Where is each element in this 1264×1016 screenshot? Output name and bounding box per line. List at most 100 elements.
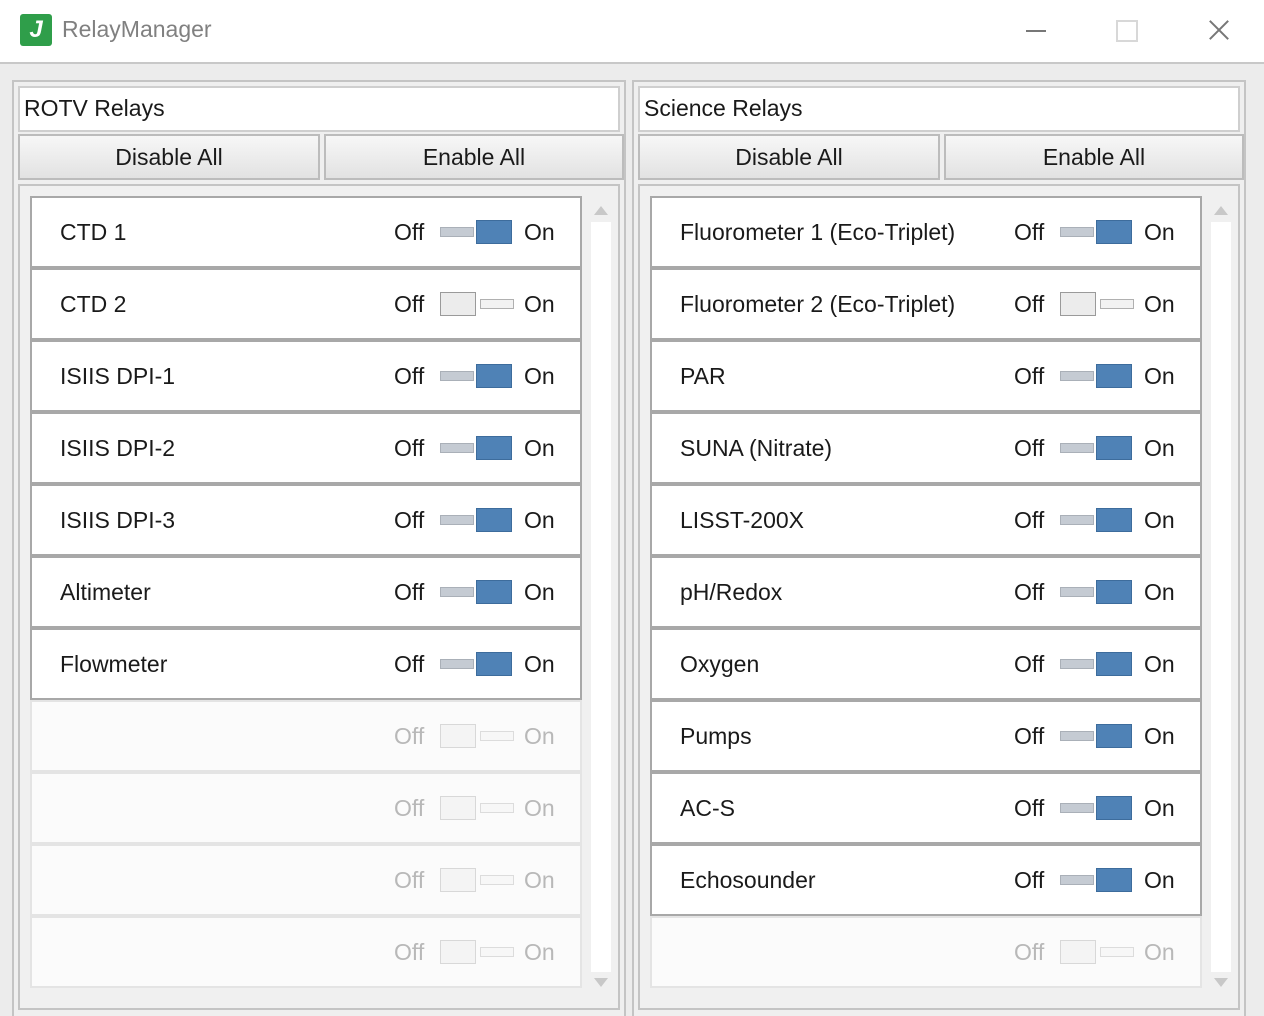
- scrollbar[interactable]: [588, 194, 614, 1000]
- toggle-thumb[interactable]: [1096, 220, 1132, 244]
- on-label: On: [1144, 435, 1175, 461]
- toggle-thumb[interactable]: [476, 436, 512, 460]
- scroll-track[interactable]: [591, 222, 611, 972]
- on-label: On: [524, 867, 555, 893]
- on-label: On: [524, 507, 555, 533]
- toggle-thumb[interactable]: [1096, 652, 1132, 676]
- off-label: Off: [1014, 579, 1045, 605]
- relay-name: ISIIS DPI-1: [60, 363, 176, 389]
- relay-name: Oxygen: [680, 651, 760, 677]
- toggle-track: [440, 227, 474, 237]
- relay-toggle-switch[interactable]: [1060, 436, 1134, 460]
- off-label: Off: [394, 795, 425, 821]
- toggle-thumb[interactable]: [476, 364, 512, 388]
- toggle-thumb[interactable]: [1096, 580, 1132, 604]
- maximize-button[interactable]: [1080, 0, 1172, 62]
- toggle-thumb[interactable]: [1096, 724, 1132, 748]
- scroll-down-arrow-icon[interactable]: [594, 978, 608, 987]
- on-label: On: [524, 651, 555, 677]
- on-label: On: [1144, 795, 1175, 821]
- relay-toggle-switch[interactable]: [1060, 292, 1134, 316]
- relay-name: Altimeter: [60, 579, 151, 605]
- toggle-track: [480, 875, 514, 885]
- relay-row: Altimeter Off On: [30, 556, 582, 628]
- off-label: Off: [394, 867, 425, 893]
- toggle-thumb: [440, 796, 476, 820]
- off-label: Off: [1014, 291, 1045, 317]
- scroll-down-arrow-icon[interactable]: [1214, 978, 1228, 987]
- toggle-track: [480, 947, 514, 957]
- toggle-thumb: [440, 940, 476, 964]
- relay-row: pH/Redox Off On: [650, 556, 1202, 628]
- relay-rows: CTD 1 Off On CTD 2 Off On ISIIS DPI-1 Off On ISII…: [30, 196, 582, 988]
- toggle-track: [440, 515, 474, 525]
- relay-name: CTD 2: [60, 291, 127, 317]
- toggle-thumb[interactable]: [476, 580, 512, 604]
- toggle-thumb[interactable]: [1096, 508, 1132, 532]
- disable-all-button[interactable]: Disable All: [638, 134, 940, 180]
- relay-list: Fluorometer 1 (Eco-Triplet) Off On Fluorome…: [638, 184, 1240, 1010]
- toggle-thumb[interactable]: [1096, 796, 1132, 820]
- scroll-up-arrow-icon[interactable]: [1214, 206, 1228, 215]
- minimize-button[interactable]: [990, 0, 1082, 62]
- toggle-thumb: [440, 868, 476, 892]
- relay-name: AC-S: [680, 795, 735, 821]
- on-label: On: [524, 579, 555, 605]
- off-label: Off: [394, 219, 425, 245]
- scrollbar[interactable]: [1208, 194, 1234, 1000]
- relay-name: pH/Redox: [680, 579, 783, 605]
- toggle-thumb[interactable]: [440, 292, 476, 316]
- disable-all-button[interactable]: Disable All: [18, 134, 320, 180]
- toggle-track: [1060, 515, 1094, 525]
- on-label: On: [1144, 723, 1175, 749]
- relay-toggle-switch[interactable]: [1060, 508, 1134, 532]
- relay-toggle-switch[interactable]: [1060, 220, 1134, 244]
- scroll-up-arrow-icon[interactable]: [594, 206, 608, 215]
- relay-row: Fluorometer 1 (Eco-Triplet) Off On: [650, 196, 1202, 268]
- toggle-thumb[interactable]: [1096, 364, 1132, 388]
- toggle-thumb[interactable]: [1096, 868, 1132, 892]
- relay-toggle-switch[interactable]: [440, 652, 514, 676]
- relay-toggle-switch[interactable]: [440, 508, 514, 532]
- relay-row: SUNA (Nitrate) Off On: [650, 412, 1202, 484]
- relay-name: ISIIS DPI-3: [60, 507, 176, 533]
- off-label: Off: [1014, 867, 1045, 893]
- off-label: Off: [1014, 507, 1045, 533]
- toggle-thumb: [440, 724, 476, 748]
- relay-toggle-switch[interactable]: [1060, 724, 1134, 748]
- relay-toggle-switch[interactable]: [440, 364, 514, 388]
- toggle-thumb[interactable]: [476, 220, 512, 244]
- on-label: On: [524, 363, 555, 389]
- toggle-track: [480, 731, 514, 741]
- toggle-thumb[interactable]: [476, 652, 512, 676]
- relay-toggle-switch[interactable]: [440, 292, 514, 316]
- relay-rows: Fluorometer 1 (Eco-Triplet) Off On Fluorome…: [650, 196, 1202, 988]
- relay-row: CTD 1 Off On: [30, 196, 582, 268]
- relay-toggle-switch[interactable]: [1060, 364, 1134, 388]
- close-button[interactable]: [1172, 0, 1264, 62]
- scroll-track[interactable]: [1211, 222, 1231, 972]
- toggle-track: [1100, 947, 1134, 957]
- toggle-thumb[interactable]: [476, 508, 512, 532]
- relay-toggle-switch[interactable]: [440, 220, 514, 244]
- enable-all-button[interactable]: Enable All: [324, 134, 624, 180]
- toggle-track: [1060, 659, 1094, 669]
- relay-toggle-switch[interactable]: [1060, 796, 1134, 820]
- on-label: On: [1144, 291, 1175, 317]
- enable-all-button[interactable]: Enable All: [944, 134, 1244, 180]
- toggle-track: [1060, 371, 1094, 381]
- relay-toggle-switch[interactable]: [440, 580, 514, 604]
- relay-toggle-switch: [1060, 940, 1134, 964]
- relay-toggle-switch[interactable]: [1060, 868, 1134, 892]
- relay-name: LISST-200X: [680, 507, 805, 533]
- toggle-track: [1060, 227, 1094, 237]
- toggle-thumb[interactable]: [1060, 292, 1096, 316]
- relay-name: Echosounder: [680, 867, 816, 893]
- relay-toggle-switch[interactable]: [1060, 580, 1134, 604]
- on-label: On: [1144, 363, 1175, 389]
- relay-toggle-switch[interactable]: [1060, 652, 1134, 676]
- relay-row: Fluorometer 2 (Eco-Triplet) Off On: [650, 268, 1202, 340]
- relay-row: Pumps Off On: [650, 700, 1202, 772]
- relay-toggle-switch[interactable]: [440, 436, 514, 460]
- toggle-thumb[interactable]: [1096, 436, 1132, 460]
